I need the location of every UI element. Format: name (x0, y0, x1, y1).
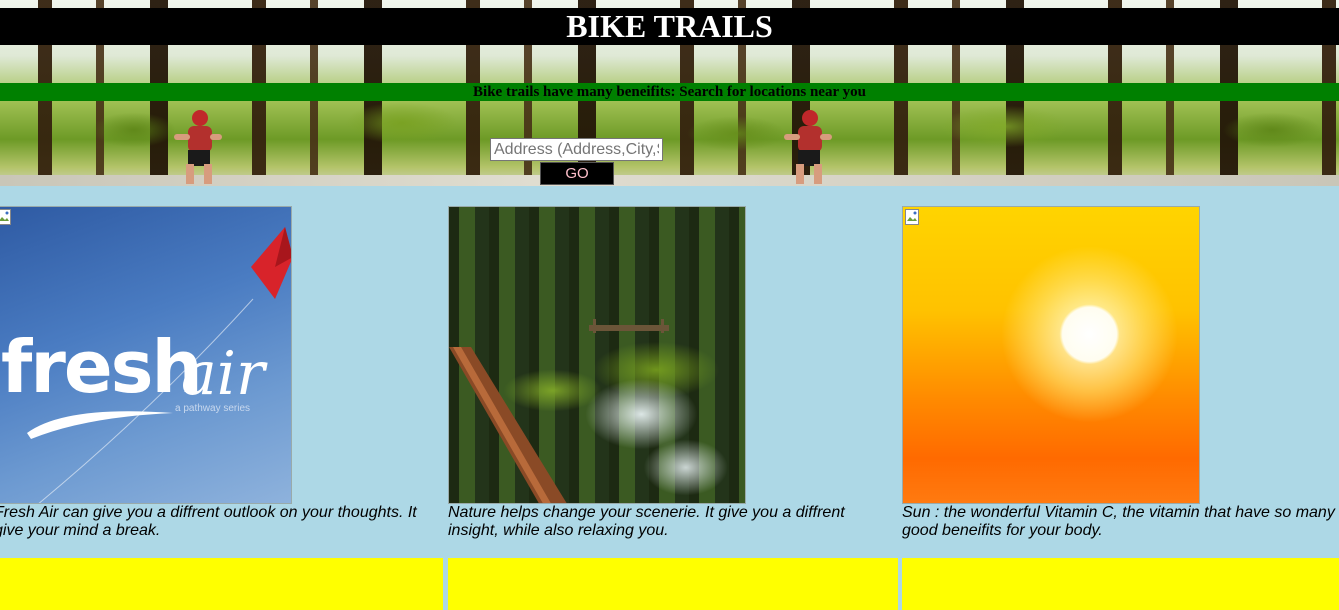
series-label: a pathway series (175, 403, 251, 414)
wooden-bridge (589, 319, 669, 333)
fresh-word: fresh (1, 325, 203, 409)
broken-image-icon (905, 209, 919, 225)
tagline: Bike trails have many beneifits: Search … (0, 83, 1339, 101)
benefit-card-fresh-air: fresh air a pathway series Fresh Air can… (0, 206, 434, 540)
fresh-air-image: fresh air a pathway series (0, 206, 292, 504)
air-word: air (181, 339, 265, 409)
page-title: BIKE TRAILS (0, 8, 1339, 45)
cyclist-figure (174, 110, 222, 184)
nature-caption: Nature helps change your scenerie. It gi… (448, 504, 845, 539)
benefit-card-sun: Sun : the wonderful Vitamin C, the vitam… (902, 206, 1339, 540)
nature-image (448, 206, 746, 504)
yellow-panel (0, 558, 443, 610)
yellow-panel (448, 558, 898, 610)
yellow-panel (902, 558, 1339, 610)
address-search-input[interactable] (490, 138, 663, 161)
hero-banner: BIKE TRAILS Bike trails have many beneif… (0, 0, 1339, 186)
kite-illustration (251, 227, 291, 299)
swoosh-graphic (27, 411, 173, 439)
fallen-log (449, 347, 567, 503)
fresh-air-caption: Fresh Air can give you a diffrent outloo… (0, 504, 417, 539)
cyclist-figure (784, 110, 832, 184)
go-button[interactable]: GO (540, 162, 614, 185)
broken-image-icon (0, 209, 11, 225)
sun-caption: Sun : the wonderful Vitamin C, the vitam… (902, 504, 1335, 539)
sun-image (902, 206, 1200, 504)
benefit-card-nature: Nature helps change your scenerie. It gi… (448, 206, 888, 540)
